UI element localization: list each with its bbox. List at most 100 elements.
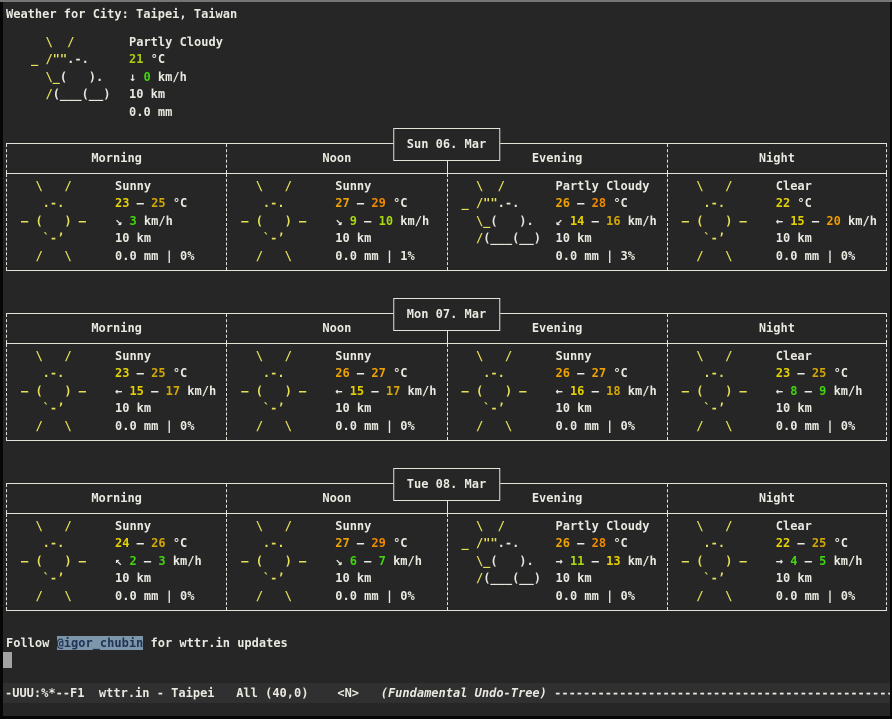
- cell-precipitation: 0.0 mm | 0%: [776, 248, 877, 265]
- current-precipitation: 0.0 mm: [129, 104, 223, 121]
- cell-wind: ← 8 – 9 km/h: [776, 383, 863, 400]
- cursor-line: [3, 652, 890, 669]
- forecast-cell-noon: \ / .-. – ( ) – `-’ / \Sunny26 – 27 °C← …: [226, 344, 446, 440]
- cell-temperature-range: 27 – 29 °C: [335, 535, 422, 552]
- period-header-night: Night: [667, 314, 887, 343]
- cell-condition-text: Clear: [776, 178, 877, 195]
- cell-precipitation: 0.0 mm | 0%: [115, 418, 216, 435]
- cell-temperature-range: 23 – 25 °C: [115, 365, 216, 382]
- cell-wind: ↘ 3 km/h: [115, 213, 194, 230]
- modeline-buffer-name[interactable]: wttr.in - Taipei: [99, 686, 215, 700]
- date-label: Sun 06. Mar: [393, 128, 500, 161]
- cell-wind: ← 15 – 17 km/h: [335, 383, 436, 400]
- cell-wind: ↘ 9 – 10 km/h: [335, 213, 429, 230]
- cell-visibility: 10 km: [335, 400, 436, 417]
- current-visibility: 10 km: [129, 86, 223, 103]
- sunny-icon: \ / .-. – ( ) – `-’ / \: [452, 348, 556, 435]
- cell-wind: ← 15 – 17 km/h: [115, 383, 216, 400]
- cell-condition-text: Sunny: [115, 348, 216, 365]
- cell-wind: ↘ 6 – 7 km/h: [335, 553, 422, 570]
- modeline-major-mode[interactable]: (Fundamental Undo-Tree): [381, 686, 547, 700]
- forecast-cell-morning: \ / .-. – ( ) – `-’ / \Sunny23 – 25 °C↘ …: [6, 174, 226, 270]
- cell-precipitation: 0.0 mm | 0%: [556, 418, 657, 435]
- cell-precipitation: 0.0 mm | 3%: [556, 248, 657, 265]
- cell-condition-text: Sunny: [335, 348, 436, 365]
- cell-precipitation: 0.0 mm | 0%: [556, 588, 657, 605]
- forecast-day: Tue 08. MarMorningNoonEveningNight \ / .…: [6, 468, 887, 611]
- modeline-flags: -UUU:%*--F1: [5, 686, 99, 700]
- cell-precipitation: 0.0 mm | 1%: [335, 248, 429, 265]
- cell-visibility: 10 km: [335, 230, 429, 247]
- cell-temperature-range: 26 – 27 °C: [556, 365, 657, 382]
- cell-precipitation: 0.0 mm | 0%: [115, 588, 202, 605]
- cell-wind: ↙ 14 – 16 km/h: [556, 213, 657, 230]
- cell-condition-text: Sunny: [115, 518, 202, 535]
- emacs-modeline: -UUU:%*--F1 wttr.in - Taipei All (40,0) …: [3, 683, 890, 703]
- sunny-icon: \ / .-. – ( ) – `-’ / \: [11, 518, 115, 605]
- current-conditions: \ / _ /"".-. \_( ). /(___(__) Partly Clo…: [31, 34, 890, 121]
- cell-visibility: 10 km: [335, 570, 422, 587]
- cell-precipitation: 0.0 mm | 0%: [776, 418, 863, 435]
- cell-wind: → 4 – 5 km/h: [776, 553, 863, 570]
- cell-precipitation: 0.0 mm | 0%: [335, 588, 422, 605]
- twitter-handle-link[interactable]: @igor_chubin: [57, 636, 144, 650]
- footer-suffix: for wttr.in updates: [143, 636, 288, 650]
- cell-precipitation: 0.0 mm | 0%: [115, 248, 194, 265]
- current-condition-text: Partly Cloudy: [129, 34, 223, 51]
- forecast-cell-evening: \ / .-. – ( ) – `-’ / \Sunny26 – 27 °C← …: [447, 344, 667, 440]
- cell-visibility: 10 km: [776, 400, 863, 417]
- cell-visibility: 10 km: [776, 230, 877, 247]
- cell-precipitation: 0.0 mm | 0%: [776, 588, 863, 605]
- cell-condition-text: Clear: [776, 348, 863, 365]
- cell-condition-text: Partly Cloudy: [556, 518, 657, 535]
- cell-temperature-range: 23 – 25 °C: [115, 195, 194, 212]
- modeline-input-indicator: <N>: [337, 686, 359, 700]
- cell-visibility: 10 km: [556, 570, 657, 587]
- forecast-cell-noon: \ / .-. – ( ) – `-’ / \Sunny27 – 29 °C↘ …: [226, 174, 446, 270]
- partly-cloudy-icon: \ / _ /"".-. \_( ). /(___(__): [452, 518, 556, 588]
- sunny-icon: \ / .-. – ( ) – `-’ / \: [231, 348, 335, 435]
- cell-temperature-range: 24 – 26 °C: [115, 535, 202, 552]
- cell-wind: ← 15 – 20 km/h: [776, 213, 877, 230]
- page-title: Weather for City: Taipei, Taiwan: [6, 7, 890, 21]
- cell-temperature-range: 27 – 29 °C: [335, 195, 429, 212]
- window-top-border: [0, 0, 892, 2]
- current-wind: ↓ 0 km/h: [129, 69, 223, 86]
- modeline-spacer: [359, 686, 381, 700]
- forecast-days: Sun 06. MarMorningNoonEveningNight \ / .…: [3, 128, 890, 611]
- sunny-icon: \ / .-. – ( ) – `-’ / \: [11, 348, 115, 435]
- cell-wind: ↖ 2 – 3 km/h: [115, 553, 202, 570]
- cell-visibility: 10 km: [115, 570, 202, 587]
- forecast-cell-night: \ / .-. – ( ) – `-’ / \Clear22 °C← 15 – …: [667, 174, 887, 270]
- period-header-morning: Morning: [6, 144, 226, 173]
- cell-visibility: 10 km: [115, 400, 216, 417]
- footer-line: Follow @igor_chubin for wttr.in updates: [6, 636, 890, 650]
- modeline-filler-dashes: ----------------------------------------…: [547, 686, 890, 700]
- current-temperature: 21 °C: [129, 51, 223, 68]
- date-label: Tue 08. Mar: [393, 468, 500, 501]
- forecast-cell-evening: \ / _ /"".-. \_( ). /(___(__)Partly Clou…: [447, 174, 667, 270]
- cell-wind: → 11 – 13 km/h: [556, 553, 657, 570]
- sunny-icon: \ / .-. – ( ) – `-’ / \: [231, 178, 335, 265]
- cell-temperature-range: 26 – 28 °C: [556, 195, 657, 212]
- cell-condition-text: Clear: [776, 518, 863, 535]
- forecast-day: Mon 07. MarMorningNoonEveningNight \ / .…: [6, 298, 887, 441]
- date-label: Mon 07. Mar: [393, 298, 500, 331]
- sunny-icon: \ / .-. – ( ) – `-’ / \: [672, 518, 776, 605]
- cell-visibility: 10 km: [115, 230, 194, 247]
- partly-cloudy-icon: \ / _ /"".-. \_( ). /(___(__): [31, 34, 115, 104]
- period-header-morning: Morning: [6, 484, 226, 513]
- cell-condition-text: Sunny: [115, 178, 194, 195]
- cell-visibility: 10 km: [776, 570, 863, 587]
- sunny-icon: \ / .-. – ( ) – `-’ / \: [11, 178, 115, 265]
- footer-prefix: Follow: [6, 636, 57, 650]
- period-header-night: Night: [667, 484, 887, 513]
- cell-condition-text: Partly Cloudy: [556, 178, 657, 195]
- forecast-cell-evening: \ / _ /"".-. \_( ). /(___(__)Partly Clou…: [447, 514, 667, 610]
- cell-temperature-range: 26 – 27 °C: [335, 365, 436, 382]
- cell-condition-text: Sunny: [335, 518, 422, 535]
- cell-visibility: 10 km: [556, 400, 657, 417]
- sunny-icon: \ / .-. – ( ) – `-’ / \: [672, 178, 776, 265]
- period-header-night: Night: [667, 144, 887, 173]
- cell-precipitation: 0.0 mm | 0%: [335, 418, 436, 435]
